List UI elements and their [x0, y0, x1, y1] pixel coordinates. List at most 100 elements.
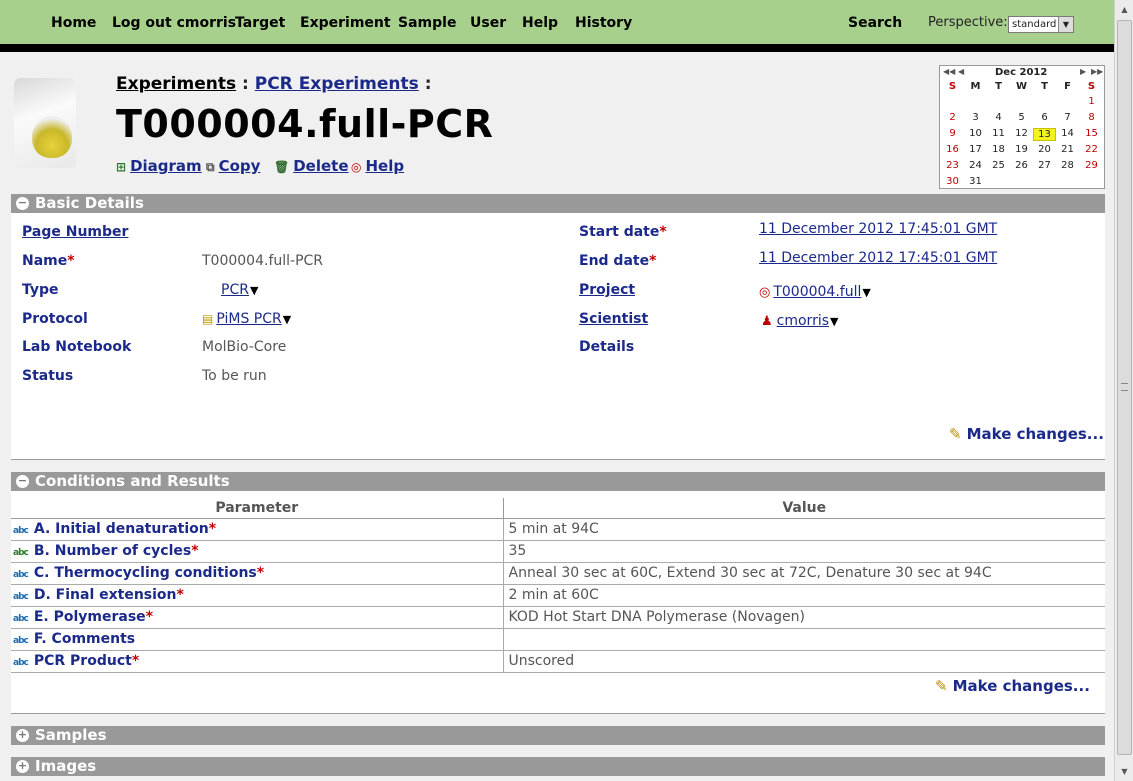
- collapse-icon[interactable]: −: [16, 475, 29, 488]
- calendar-day[interactable]: 5: [1010, 112, 1033, 123]
- table-row: abc F. Comments: [11, 628, 1105, 651]
- breadcrumb-experiments[interactable]: Experiments: [116, 74, 236, 94]
- conditions-make-changes-button[interactable]: ✎ Make changes...: [935, 677, 1090, 695]
- end-date-value[interactable]: 11 December 2012 17:45:01 GMT: [759, 250, 997, 266]
- nav-help[interactable]: Help: [522, 15, 558, 31]
- prev-year-icon[interactable]: ◀◀: [943, 67, 955, 76]
- next-year-icon[interactable]: ▶▶: [1091, 67, 1103, 76]
- help-link[interactable]: ◎ Help: [351, 157, 404, 175]
- parameter-cell: abc F. Comments: [11, 628, 504, 651]
- samples-header[interactable]: + Samples: [11, 726, 1105, 745]
- start-date-value[interactable]: 11 December 2012 17:45:01 GMT: [759, 221, 997, 237]
- calendar-day[interactable]: 16: [941, 144, 964, 155]
- expand-icon[interactable]: +: [16, 729, 29, 742]
- expand-icon[interactable]: +: [16, 760, 29, 773]
- scrollbar-thumb[interactable]: [1117, 20, 1132, 755]
- calendar-day[interactable]: 3: [964, 112, 987, 123]
- page-number-label[interactable]: Page Number: [22, 224, 128, 240]
- text-parameter-icon: abc: [13, 570, 29, 580]
- nav-experiment[interactable]: Experiment: [300, 15, 391, 31]
- project-label[interactable]: Project: [579, 282, 635, 298]
- nav-target[interactable]: Target: [235, 15, 285, 31]
- calendar-day[interactable]: 2: [941, 112, 964, 123]
- dropdown-triangle-icon[interactable]: ▼: [283, 313, 291, 326]
- calendar-widget: ◀◀ ◀ Dec 2012 ▶ ▶▶ S M T W T F S 1 2 3 4 5 6 7 8 9 10 11 1…: [939, 65, 1105, 189]
- calendar-day-of-week: S: [1087, 81, 1096, 92]
- calendar-day[interactable]: 23: [941, 160, 964, 171]
- scientist-label[interactable]: Scientist: [579, 311, 648, 327]
- calendar-day[interactable]: 25: [987, 160, 1010, 171]
- nav-logout[interactable]: Log out cmorris: [112, 15, 236, 31]
- calendar-day[interactable]: 10: [964, 128, 987, 139]
- calendar-day[interactable]: 22: [1080, 144, 1103, 155]
- calendar-day[interactable]: 28: [1056, 160, 1079, 171]
- value-cell: 2 min at 60C: [503, 584, 1105, 607]
- collapse-icon[interactable]: −: [16, 197, 29, 210]
- breadcrumb: Experiments : PCR Experiments :: [116, 74, 432, 94]
- protocol-icon: ▤: [202, 312, 214, 326]
- calendar-day[interactable]: 24: [964, 160, 987, 171]
- calendar-day[interactable]: 13: [1033, 128, 1056, 141]
- vertical-scrollbar[interactable]: ▲ ▼: [1114, 0, 1133, 781]
- conditions-results-header[interactable]: − Conditions and Results: [11, 472, 1105, 491]
- calendar-day[interactable]: 17: [964, 144, 987, 155]
- calendar-day[interactable]: 26: [1010, 160, 1033, 171]
- calendar-day[interactable]: 14: [1056, 128, 1079, 139]
- calendar-day-of-week: T: [995, 81, 1002, 92]
- dropdown-triangle-icon[interactable]: ▼: [250, 284, 258, 297]
- text-parameter-icon: abc: [13, 592, 29, 602]
- calendar-day[interactable]: 15: [1080, 128, 1103, 139]
- images-header[interactable]: + Images: [11, 757, 1105, 776]
- calendar-day[interactable]: 11: [987, 128, 1010, 139]
- calendar-day[interactable]: 27: [1033, 160, 1056, 171]
- breadcrumb-pcr-experiments[interactable]: PCR Experiments: [255, 74, 419, 94]
- calendar-day[interactable]: 31: [964, 176, 987, 187]
- dropdown-triangle-icon[interactable]: ▼: [830, 315, 838, 328]
- scroll-down-icon[interactable]: ▼: [1117, 764, 1132, 779]
- calendar-day[interactable]: 30: [941, 176, 964, 187]
- calendar-day[interactable]: 29: [1080, 160, 1103, 171]
- nav-user[interactable]: User: [470, 15, 506, 31]
- nav-history[interactable]: History: [575, 15, 632, 31]
- calendar-day[interactable]: 9: [941, 128, 964, 139]
- dropdown-triangle-icon[interactable]: ▼: [862, 286, 870, 299]
- prev-month-icon[interactable]: ◀: [958, 67, 964, 76]
- parameter-cell: abc B. Number of cycles*: [11, 540, 504, 563]
- value-cell: 5 min at 94C: [503, 518, 1105, 541]
- calendar-day[interactable]: 20: [1033, 144, 1056, 155]
- next-month-icon[interactable]: ▶: [1080, 67, 1086, 76]
- calendar-day[interactable]: 1: [1080, 96, 1103, 107]
- type-link[interactable]: PCR: [221, 282, 249, 298]
- required-marker: *: [208, 521, 217, 537]
- project-link[interactable]: T000004.full: [773, 284, 861, 300]
- calendar-day[interactable]: 4: [987, 112, 1010, 123]
- column-header-parameter[interactable]: Parameter: [11, 498, 504, 519]
- nav-sample[interactable]: Sample: [398, 15, 456, 31]
- calendar-day[interactable]: 7: [1056, 112, 1079, 123]
- text-parameter-icon: abc: [13, 636, 29, 646]
- nav-search[interactable]: Search: [848, 15, 902, 31]
- calendar-day[interactable]: 21: [1056, 144, 1079, 155]
- diagram-icon: ⊞: [116, 160, 127, 174]
- delete-link[interactable]: 🗑 Delete: [274, 157, 349, 175]
- parameter-cell: abc C. Thermocycling conditions*: [11, 562, 504, 585]
- perspective-select[interactable]: standard ▼: [1008, 16, 1074, 33]
- value-cell: KOD Hot Start DNA Polymerase (Novagen): [503, 606, 1105, 629]
- scroll-up-icon[interactable]: ▲: [1117, 2, 1132, 17]
- scientist-value: ♟ cmorris▼: [761, 313, 838, 329]
- calendar-day[interactable]: 6: [1033, 112, 1056, 123]
- calendar-day[interactable]: 8: [1080, 112, 1103, 123]
- calendar-day[interactable]: 19: [1010, 144, 1033, 155]
- protocol-link[interactable]: PiMS PCR: [216, 311, 281, 327]
- scientist-link[interactable]: cmorris: [777, 313, 829, 329]
- parameter-name: B. Number of cycles: [33, 543, 192, 559]
- calendar-day[interactable]: 12: [1010, 128, 1033, 139]
- calendar-day[interactable]: 18: [987, 144, 1010, 155]
- required-marker: *: [256, 565, 265, 581]
- column-header-value[interactable]: Value: [503, 498, 1105, 519]
- basic-make-changes-button[interactable]: ✎ Make changes...: [949, 425, 1104, 443]
- diagram-link[interactable]: ⊞ Diagram: [116, 157, 202, 175]
- nav-home[interactable]: Home: [51, 15, 96, 31]
- basic-details-header[interactable]: − Basic Details: [11, 194, 1105, 213]
- copy-link[interactable]: ⧉ Copy: [206, 157, 260, 175]
